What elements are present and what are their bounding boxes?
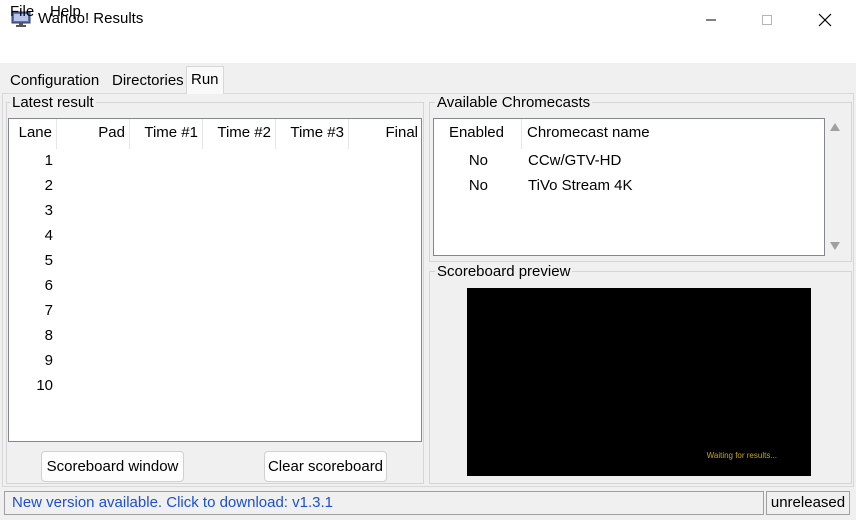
chromecast-table[interactable]: Enabled Chromecast name No CCw/GTV-HD No… bbox=[433, 118, 825, 256]
lane-cell: 6 bbox=[44, 277, 53, 294]
maximize-icon bbox=[762, 14, 772, 25]
lane-cell: 3 bbox=[44, 202, 53, 219]
update-available-link[interactable]: New version available. Click to download… bbox=[4, 491, 764, 515]
menu-file[interactable]: File bbox=[10, 3, 34, 20]
column-header-time1[interactable]: Time #1 bbox=[130, 119, 203, 149]
lane-cell: 2 bbox=[44, 177, 53, 194]
column-header-pad[interactable]: Pad bbox=[57, 119, 130, 149]
chromecast-scrollbar[interactable] bbox=[826, 118, 844, 256]
lane-cell: 1 bbox=[44, 152, 53, 169]
column-header-chromecast-name[interactable]: Chromecast name bbox=[522, 119, 824, 149]
column-header-time3[interactable]: Time #3 bbox=[276, 119, 349, 149]
column-header-time2[interactable]: Time #2 bbox=[203, 119, 276, 149]
menu-help[interactable]: Help bbox=[50, 3, 81, 20]
column-header-enabled[interactable]: Enabled bbox=[434, 119, 522, 149]
menu-bar bbox=[0, 39, 856, 63]
minimize-button[interactable] bbox=[682, 0, 740, 39]
clear-scoreboard-button[interactable]: Clear scoreboard bbox=[264, 451, 387, 482]
latest-result-title: Latest result bbox=[10, 94, 96, 111]
maximize-button[interactable] bbox=[738, 0, 796, 39]
lane-cell: 10 bbox=[36, 377, 53, 394]
scoreboard-window-button[interactable]: Scoreboard window bbox=[41, 451, 184, 482]
tab-configuration[interactable]: Configuration bbox=[8, 71, 101, 93]
column-header-lane[interactable]: Lane bbox=[9, 119, 57, 149]
tab-directories[interactable]: Directories bbox=[110, 71, 186, 93]
scroll-down-arrow-icon[interactable] bbox=[830, 242, 840, 250]
lane-cell: 7 bbox=[44, 302, 53, 319]
lane-cell: 5 bbox=[44, 252, 53, 269]
scoreboard-preview: Waiting for results... bbox=[467, 288, 811, 476]
column-header-final[interactable]: Final bbox=[349, 119, 422, 149]
tab-run[interactable]: Run bbox=[186, 66, 224, 94]
lane-cell: 4 bbox=[44, 227, 53, 244]
results-table[interactable]: Lane Pad Time #1 Time #2 Time #3 Final 1… bbox=[8, 118, 422, 442]
version-label: unreleased bbox=[766, 491, 850, 515]
lane-cell: 9 bbox=[44, 352, 53, 369]
scoreboard-preview-title: Scoreboard preview bbox=[435, 263, 573, 280]
waiting-for-results-text: Waiting for results... bbox=[706, 451, 777, 460]
close-button[interactable] bbox=[796, 0, 854, 39]
scroll-up-arrow-icon[interactable] bbox=[830, 123, 840, 131]
chromecast-name-cell[interactable]: CCw/GTV-HD bbox=[528, 152, 621, 169]
close-icon bbox=[818, 13, 832, 26]
lane-cell: 8 bbox=[44, 327, 53, 344]
minimize-icon bbox=[706, 19, 716, 20]
chromecasts-title: Available Chromecasts bbox=[435, 94, 593, 111]
chromecast-enabled-cell[interactable]: No bbox=[434, 177, 488, 194]
chromecast-enabled-cell[interactable]: No bbox=[434, 152, 488, 169]
chromecast-name-cell[interactable]: TiVo Stream 4K bbox=[528, 177, 633, 194]
